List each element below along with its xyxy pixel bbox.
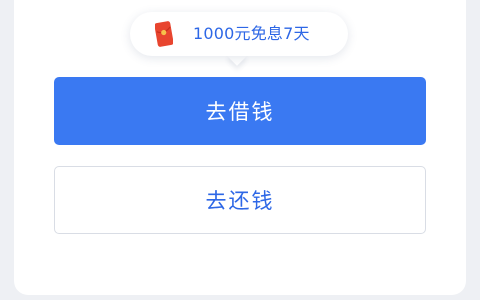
red-packet-icon [155, 21, 173, 47]
tooltip-tail-joint [224, 44, 250, 55]
repay-button[interactable]: 去还钱 [54, 166, 426, 234]
promo-text: 1000元免息7天 [193, 24, 310, 43]
borrow-button[interactable]: 去借钱 [54, 77, 426, 145]
